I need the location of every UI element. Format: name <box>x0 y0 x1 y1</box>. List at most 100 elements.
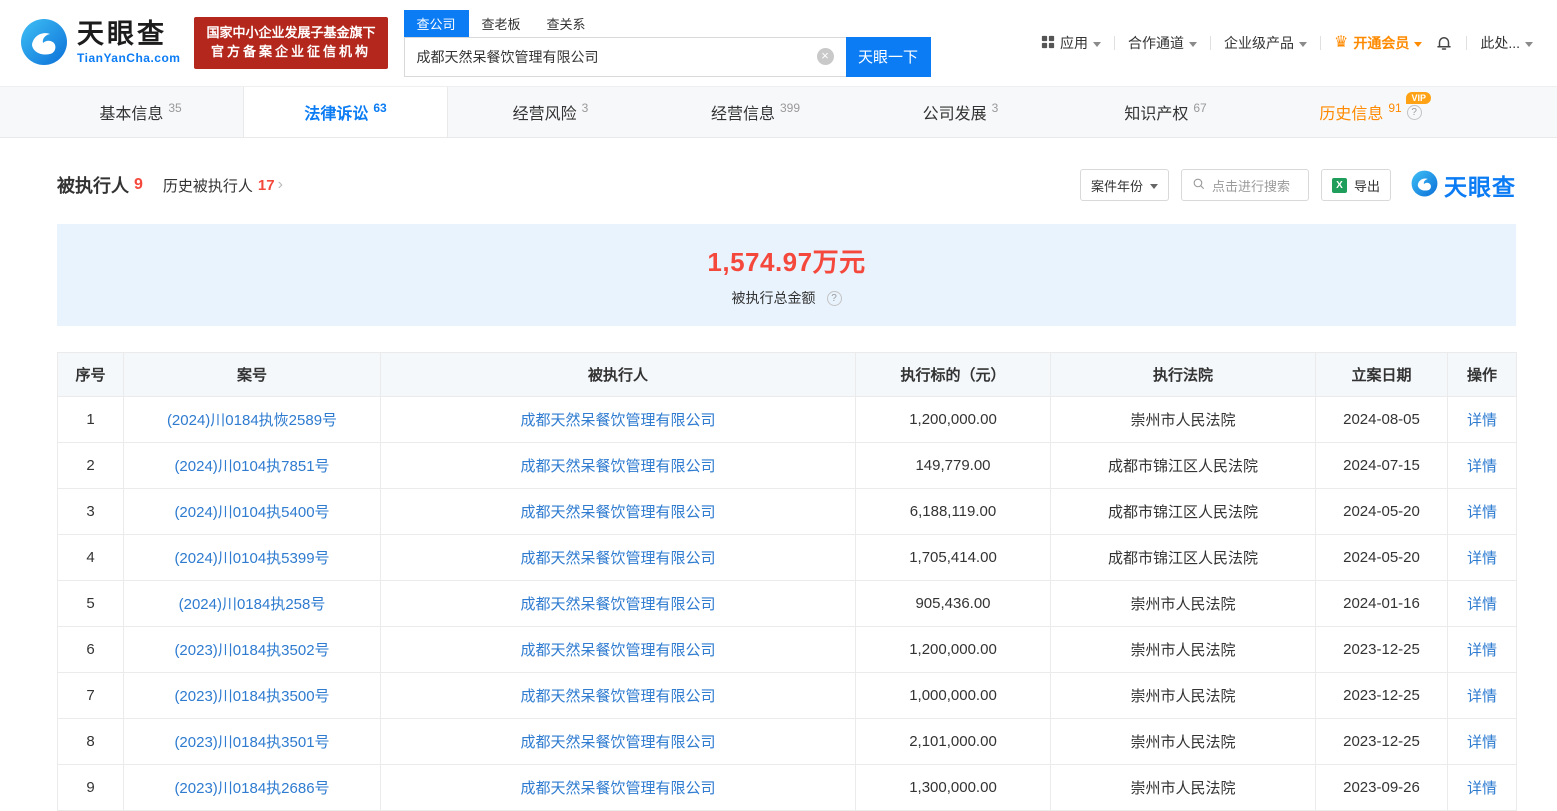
executed-table-body: 1 (2024)川0184执恢2589号 成都天然呆餐饮管理有限公司 1,200… <box>57 396 1517 811</box>
execution-amount: 1,200,000.00 <box>855 626 1051 673</box>
row-index: 3 <box>57 488 124 535</box>
table-row: 3 (2024)川0104执5400号 成都天然呆餐饮管理有限公司 6,188,… <box>57 488 1517 535</box>
executed-person-link[interactable]: 成都天然呆餐饮管理有限公司 <box>520 550 715 567</box>
tab-company-development[interactable]: 公司发展 3 <box>858 87 1063 137</box>
chevron-right-icon: › <box>277 176 283 193</box>
executed-person-link[interactable]: 成都天然呆餐饮管理有限公司 <box>520 504 715 521</box>
column-executed-person: 被执行人 <box>380 352 856 397</box>
column-target-amount: 执行标的（元） <box>855 352 1051 397</box>
search-input[interactable] <box>403 36 846 77</box>
detail-link[interactable]: 详情 <box>1467 550 1497 567</box>
total-amount-label: 被执行总金额 ? <box>57 288 1516 308</box>
clear-search-icon[interactable]: × <box>816 47 834 65</box>
row-index: 8 <box>57 718 124 765</box>
main-content: 被执行人 9 历史被执行人 17 › 案件年份 点击进行搜索 X 导出 天眼查 … <box>57 168 1517 811</box>
detail-link[interactable]: 详情 <box>1467 734 1497 751</box>
case-number-link[interactable]: (2023)川0184执3501号 <box>174 734 329 751</box>
case-number-link[interactable]: (2023)川0184执3500号 <box>174 688 329 705</box>
chevron-down-icon <box>1092 41 1101 47</box>
filing-date: 2023-12-25 <box>1315 672 1448 719</box>
section-head: 被执行人 9 历史被执行人 17 › 案件年份 点击进行搜索 X 导出 天眼查 <box>57 168 1516 202</box>
nav-membership[interactable]: ♛ 开通会员 <box>1333 33 1423 53</box>
detail-link[interactable]: 详情 <box>1467 688 1497 705</box>
detail-link[interactable]: 详情 <box>1467 504 1497 521</box>
case-number-link[interactable]: (2024)川0104执5400号 <box>174 504 329 521</box>
executed-person-link[interactable]: 成都天然呆餐饮管理有限公司 <box>520 688 715 705</box>
case-number-link[interactable]: (2024)川0184执恢2589号 <box>167 412 337 429</box>
execution-court: 崇州市人民法院 <box>1050 718 1316 765</box>
row-index: 2 <box>57 442 124 489</box>
tab-basic-info[interactable]: 基本信息 35 <box>38 87 243 137</box>
search-tab-relation[interactable]: 查关系 <box>534 10 599 37</box>
table-row: 2 (2024)川0104执7851号 成都天然呆餐饮管理有限公司 149,77… <box>57 442 1517 489</box>
tab-history-info[interactable]: VIP 历史信息 91 ? <box>1268 87 1473 137</box>
case-year-filter[interactable]: 案件年份 <box>1079 169 1169 201</box>
row-index: 5 <box>57 580 124 627</box>
detail-link[interactable]: 详情 <box>1467 412 1497 429</box>
executed-person-link[interactable]: 成都天然呆餐饮管理有限公司 <box>520 734 715 751</box>
case-number-link[interactable]: (2023)川0184执2686号 <box>174 780 329 797</box>
tianyancha-logo[interactable]: 天眼查 TianYanCha.com <box>20 18 180 69</box>
execution-amount: 1,705,414.00 <box>855 534 1051 581</box>
executed-person-link[interactable]: 成都天然呆餐饮管理有限公司 <box>520 642 715 659</box>
top-nav: 应用 合作通道 企业级产品 ♛ 开通会员 此处... <box>1041 33 1533 53</box>
tab-business-info[interactable]: 经营信息 399 <box>653 87 858 137</box>
row-index: 7 <box>57 672 124 719</box>
detail-link[interactable]: 详情 <box>1467 780 1497 797</box>
executed-person-link[interactable]: 成都天然呆餐饮管理有限公司 <box>520 458 715 475</box>
table-row: 6 (2023)川0184执3502号 成都天然呆餐饮管理有限公司 1,200,… <box>57 626 1517 673</box>
search-area: 查公司 查老板 查关系 × 天眼一下 <box>403 9 931 77</box>
case-number-link[interactable]: (2023)川0184执3502号 <box>174 642 329 659</box>
case-number-link[interactable]: (2024)川0184执258号 <box>179 596 326 613</box>
column-seq: 序号 <box>57 352 124 397</box>
executed-person-link[interactable]: 成都天然呆餐饮管理有限公司 <box>520 780 715 797</box>
filing-date: 2024-01-16 <box>1315 580 1448 627</box>
case-number-link[interactable]: (2024)川0104执5399号 <box>174 550 329 567</box>
executed-count: 9 <box>134 176 143 193</box>
nav-divider <box>1466 36 1468 50</box>
gov-badge-line1: 国家中小企业发展子基金旗下 <box>206 25 376 41</box>
nav-account[interactable]: 此处... <box>1480 33 1533 53</box>
execution-summary: 1,574.97万元 被执行总金额 ? <box>57 224 1516 326</box>
execution-amount: 1,300,000.00 <box>855 764 1051 811</box>
nav-enterprise-products[interactable]: 企业级产品 <box>1224 33 1307 53</box>
export-button[interactable]: X 导出 <box>1320 169 1391 201</box>
chevron-down-icon <box>1188 41 1197 47</box>
section-title: 被执行人 <box>57 176 129 196</box>
vip-badge: VIP <box>1406 92 1431 104</box>
execution-court: 成都市锦江区人民法院 <box>1050 488 1316 535</box>
detail-link[interactable]: 详情 <box>1467 642 1497 659</box>
notification-bell-icon[interactable] <box>1435 34 1453 52</box>
detail-link[interactable]: 详情 <box>1467 458 1497 475</box>
column-filing-date: 立案日期 <box>1315 352 1448 397</box>
history-help-icon[interactable]: ? <box>1406 104 1422 120</box>
gov-badge: 国家中小企业发展子基金旗下 官方备案企业征信机构 <box>194 17 388 69</box>
tab-intellectual-property[interactable]: 知识产权 67 <box>1063 87 1268 137</box>
column-case-number: 案号 <box>123 352 381 397</box>
execution-amount: 149,779.00 <box>855 442 1051 489</box>
nav-apps[interactable]: 应用 <box>1041 33 1101 53</box>
detail-link[interactable]: 详情 <box>1467 596 1497 613</box>
case-number-link[interactable]: (2024)川0104执7851号 <box>174 458 329 475</box>
table-row: 7 (2023)川0184执3500号 成都天然呆餐饮管理有限公司 1,000,… <box>57 672 1517 719</box>
table-row: 9 (2023)川0184执2686号 成都天然呆餐饮管理有限公司 1,300,… <box>57 764 1517 811</box>
chevron-down-icon <box>1525 41 1533 47</box>
crown-icon: ♛ <box>1333 34 1349 51</box>
table-row: 4 (2024)川0104执5399号 成都天然呆餐饮管理有限公司 1,705,… <box>57 534 1517 581</box>
brand-domain: TianYanCha.com <box>77 51 181 65</box>
amount-help-icon[interactable]: ? <box>826 290 842 306</box>
nav-cooperation[interactable]: 合作通道 <box>1128 33 1197 53</box>
search-button[interactable]: 天眼一下 <box>845 36 931 77</box>
search-tab-company[interactable]: 查公司 <box>403 9 469 37</box>
search-tab-boss[interactable]: 查老板 <box>469 10 534 37</box>
execution-amount: 6,188,119.00 <box>855 488 1051 535</box>
execution-court: 崇州市人民法院 <box>1050 764 1316 811</box>
history-executed-link[interactable]: 历史被执行人 17 › <box>163 175 283 196</box>
table-search-input[interactable]: 点击进行搜索 <box>1180 169 1309 201</box>
total-amount: 1,574.97万元 <box>707 247 866 277</box>
executed-person-link[interactable]: 成都天然呆餐饮管理有限公司 <box>520 412 715 429</box>
executed-person-link[interactable]: 成都天然呆餐饮管理有限公司 <box>520 596 715 613</box>
tab-legal-proceedings[interactable]: 法律诉讼 63 <box>243 87 448 137</box>
tab-business-risk[interactable]: 经营风险 3 <box>448 87 653 137</box>
row-index: 1 <box>57 396 124 443</box>
